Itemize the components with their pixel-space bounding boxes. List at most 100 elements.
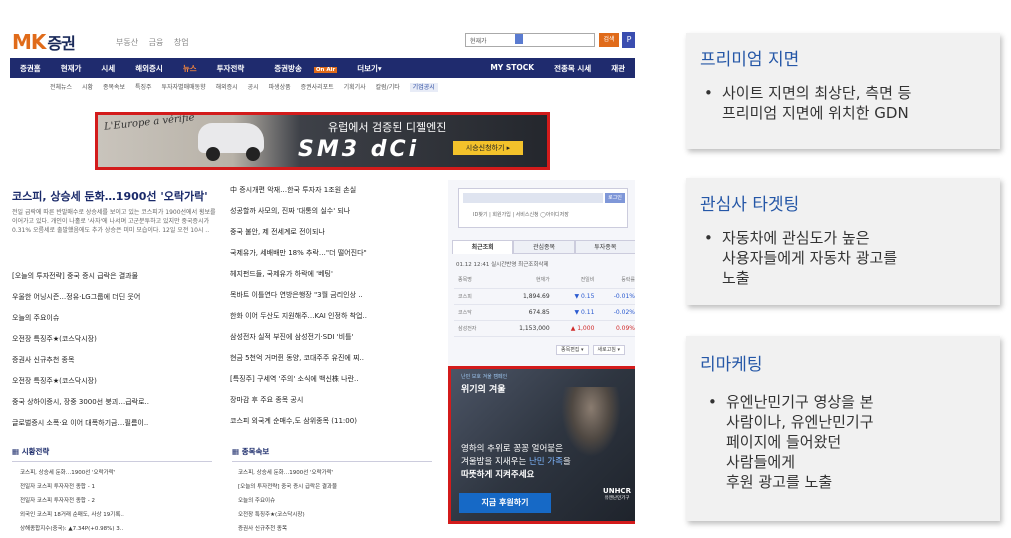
top-headline[interactable]: 코스피, 상승세 둔화…1900선 '오락가락' (12, 188, 208, 204)
mk-logo[interactable]: MK 증권 (12, 30, 76, 54)
nav-item[interactable]: MY STOCK (480, 63, 544, 74)
unhcr-logo-text: UNHCR (603, 487, 631, 495)
table-row[interactable]: 삼성전자 1,153,000 ▲ 1,000 0.09% (454, 320, 635, 337)
news-item[interactable]: 현금 5천억 거머쥔 동양, 코대주주 유진에 찌.. (230, 348, 440, 369)
panel-text: • 자동차에 관심도가 높은 사용자들에게 자동차 광고를 노출 (704, 228, 897, 288)
nav-item[interactable]: 현재가 (51, 63, 92, 74)
subnav-item[interactable]: 투자자별매매동향 (161, 84, 205, 91)
column-header: 종목명 (454, 272, 497, 289)
unhcr-ad-banner[interactable]: 난민 보호 겨울 캠페인 위기의 겨울 영하의 추위로 꽁꽁 얼어붙은 겨울밤을… (448, 366, 635, 524)
news-item[interactable]: 우울한 어닝시즌…정유·LG그룹에 더딘 웃어 (12, 287, 217, 308)
select-arrow-icon[interactable] (515, 34, 523, 44)
news-item[interactable]: 성공할까 사모의, 진짜 '대통의 실수' 되나 (230, 201, 440, 222)
tab-interest[interactable]: 관심종목 (513, 240, 575, 254)
section-stock-news-title[interactable]: ▦ 종목속보 (232, 446, 432, 462)
column-header: 현재가 (496, 272, 553, 289)
subnav-item[interactable]: 해외증시 (216, 84, 238, 91)
news-item[interactable]: 삼성전자 실적 부진에 삼성전기·SDI '비틀' (230, 327, 440, 348)
section-item[interactable]: 증권사 신규추천 종목 (238, 522, 438, 536)
section-title: 시황전략 (21, 447, 50, 456)
login-box: 로그인 ID찾기 | 회원가입 | 서비스신청 ◯아이디저장 (458, 188, 628, 228)
news-item[interactable]: 목바트 이틀연다 연방은행장 "3월 금리인상 .. (230, 285, 440, 306)
subnav-item[interactable]: 기획기사 (344, 84, 366, 91)
nav-item[interactable]: 해외증시 (125, 63, 173, 74)
top-link[interactable]: 금융 (149, 38, 164, 47)
news-item[interactable]: 장마감 후 주요 종목 공시 (230, 390, 440, 411)
section-item[interactable]: [오늘의 투자전략] 중국 증시 급락은 결과물 (238, 480, 438, 494)
panel-line: 노출 (722, 269, 750, 287)
subnav-item-highlight[interactable]: 기업공시 (409, 83, 438, 92)
subnav-item[interactable]: 칼럼/기타 (376, 84, 400, 91)
nav-item[interactable]: 재관 (601, 63, 635, 74)
news-item[interactable]: 헤지펀드들, 국제유가 하락에 '베팅' (230, 264, 440, 285)
section-item[interactable]: 상해종합지수(중국): ▲7.34P(+0.98%) 3.. (20, 522, 220, 536)
car-ad-banner[interactable]: L'Europe a vérifié 유럽에서 검증된 디젤엔진 SM3 dCi… (95, 112, 550, 170)
section-item[interactable]: 코스피, 상승세 둔화…1900선 '오락가락' (20, 466, 220, 480)
section-item[interactable]: 코스피, 상승세 둔화…1900선 '오락가락' (238, 466, 438, 480)
subnav-item[interactable]: 특징주 (135, 84, 152, 91)
nav-item[interactable]: 증권홈 (10, 63, 51, 74)
section-item[interactable]: 전일자 코스피 투자자전 종합 - 1 (20, 480, 220, 494)
section-item[interactable]: 오전장 특징주★(코스닥시장) (238, 508, 438, 522)
edit-stocks-button[interactable]: 종목편집 ▾ (556, 345, 589, 355)
subnav-item[interactable]: 증권사리포트 (301, 84, 334, 91)
nav-item-active[interactable]: 뉴스 (173, 63, 207, 74)
section-item[interactable]: 외국인 코스피 18거래 순매도, 사상 19기록.. (20, 508, 220, 522)
news-item[interactable]: [특징주] 구세역 '주의' 소식에 백신株 나란.. (230, 369, 440, 390)
nav-item[interactable]: 전종목 시세 (544, 63, 601, 74)
news-item[interactable]: 오전장 특징주★(코스닥시장) (12, 329, 217, 350)
top-link[interactable]: 부동산 (116, 38, 138, 47)
panel-line: 페이지에 들어왔던 (726, 433, 842, 451)
search-select[interactable]: 현재가 (470, 38, 487, 45)
section-item[interactable]: 오늘의 주요이슈 (238, 494, 438, 508)
nav-item[interactable]: 투자전략 (207, 63, 255, 74)
news-item[interactable]: 한화 이어 두산도 지원해주…KAI 인정하 착업.. (230, 306, 440, 327)
ad-highlight: 난민 가족 (528, 457, 563, 467)
table-row[interactable]: 코스피 1,894.69 ▼ 0.15 -0.01% (454, 288, 635, 305)
search-icon[interactable]: P (622, 32, 635, 48)
stock-price: 1,894.69 (496, 288, 553, 305)
news-item[interactable]: 오전장 특징주★(코스닥시장) (12, 371, 217, 392)
mk-stock-screenshot: MK 증권 부동산 금융 창업 현재가 검색 P 증권홈 현재가 시세 해외증시 … (10, 28, 635, 538)
news-item[interactable]: 오늘의 주요이슈 (12, 308, 217, 329)
top-link[interactable]: 창업 (174, 38, 189, 47)
nav-item[interactable]: 더보기▾ (347, 63, 391, 74)
login-input[interactable] (463, 193, 603, 203)
section-title: 종목속보 (241, 447, 270, 456)
refresh-button[interactable]: 새로고침 ▾ (592, 345, 625, 355)
panel-remarketing: 리마케팅 • 유엔난민기구 영상을 본 사람이나, 유엔난민기구 페이지에 들어왔… (686, 336, 1000, 521)
subnav-item[interactable]: 시황 (82, 84, 93, 91)
login-links[interactable]: ID찾기 | 회원가입 | 서비스신청 ◯아이디저장 (473, 211, 569, 218)
banner-cta-button[interactable]: 시승신청하기 ▸ (453, 141, 523, 155)
news-item[interactable]: 국제유가, 세배배만 18% 추락…"더 떨어진다" (230, 243, 440, 264)
search-button[interactable]: 검색 (599, 33, 619, 47)
tab-invest[interactable]: 투자종목 (574, 240, 635, 254)
section-market-strategy-title[interactable]: ▦ 시황전략 (12, 446, 212, 462)
news-item[interactable]: 코스피 외국계 순매수,도 삼위종목 (11:00) (230, 411, 440, 432)
panel-premium: 프리미엄 지면 • 사이트 지면의 최상단, 측면 등 프리미엄 지면에 위치한 … (686, 33, 1000, 149)
news-item[interactable]: 글로벌증시 소폭·요 이어 대폭하기금…필름이.. (12, 413, 217, 434)
stock-rate: -0.01% (597, 288, 635, 305)
news-item[interactable]: 증권사 신규추천 종목 (12, 350, 217, 371)
news-item[interactable]: 中 증시개편 악재…한국 투자자 1조원 손실 (230, 180, 440, 201)
login-button[interactable]: 로그인 (605, 193, 625, 203)
table-row[interactable]: 코스닥 674.85 ▼ 0.11 -0.02% (454, 304, 635, 321)
section-market-strategy-list: 코스피, 상승세 둔화…1900선 '오락가락' 전일자 코스피 투자자전 종합… (20, 466, 220, 536)
subnav-item[interactable]: 파생상품 (269, 84, 291, 91)
subnav-item[interactable]: 종목속보 (103, 84, 125, 91)
news-item[interactable]: [오늘의 투자전략] 중국 증시 급락은 결과물 (12, 266, 217, 287)
news-item[interactable]: 중국 불안, 제 전세계로 전이되나 (230, 222, 440, 243)
nav-item-broadcast[interactable]: 증권방송 On Air (254, 63, 347, 74)
section-item[interactable]: 전일자 코스피 투자자전 종합 - 2 (20, 494, 220, 508)
subnav-item[interactable]: 전체뉴스 (50, 84, 72, 91)
subnav-item[interactable]: 공시 (248, 84, 259, 91)
tab-recent[interactable]: 최근조회 (452, 240, 514, 254)
panel-line: 프리미엄 지면에 위치한 GDN (722, 104, 909, 122)
donate-button[interactable]: 지금 후원하기 (459, 493, 551, 513)
nav-item[interactable]: 시세 (91, 63, 125, 74)
news-item[interactable]: 중국 상하이증시, 장중 3000선 붕괴…급락로.. (12, 392, 217, 413)
stock-name: 코스닥 (454, 304, 497, 321)
panel-title: 프리미엄 지면 (700, 50, 800, 70)
search-input[interactable]: 현재가 (465, 33, 595, 47)
headline-lead[interactable]: 전일 급락에 따른 반발매수로 상승세를 보이고 있는 코스피가 1900선에서… (12, 208, 217, 235)
